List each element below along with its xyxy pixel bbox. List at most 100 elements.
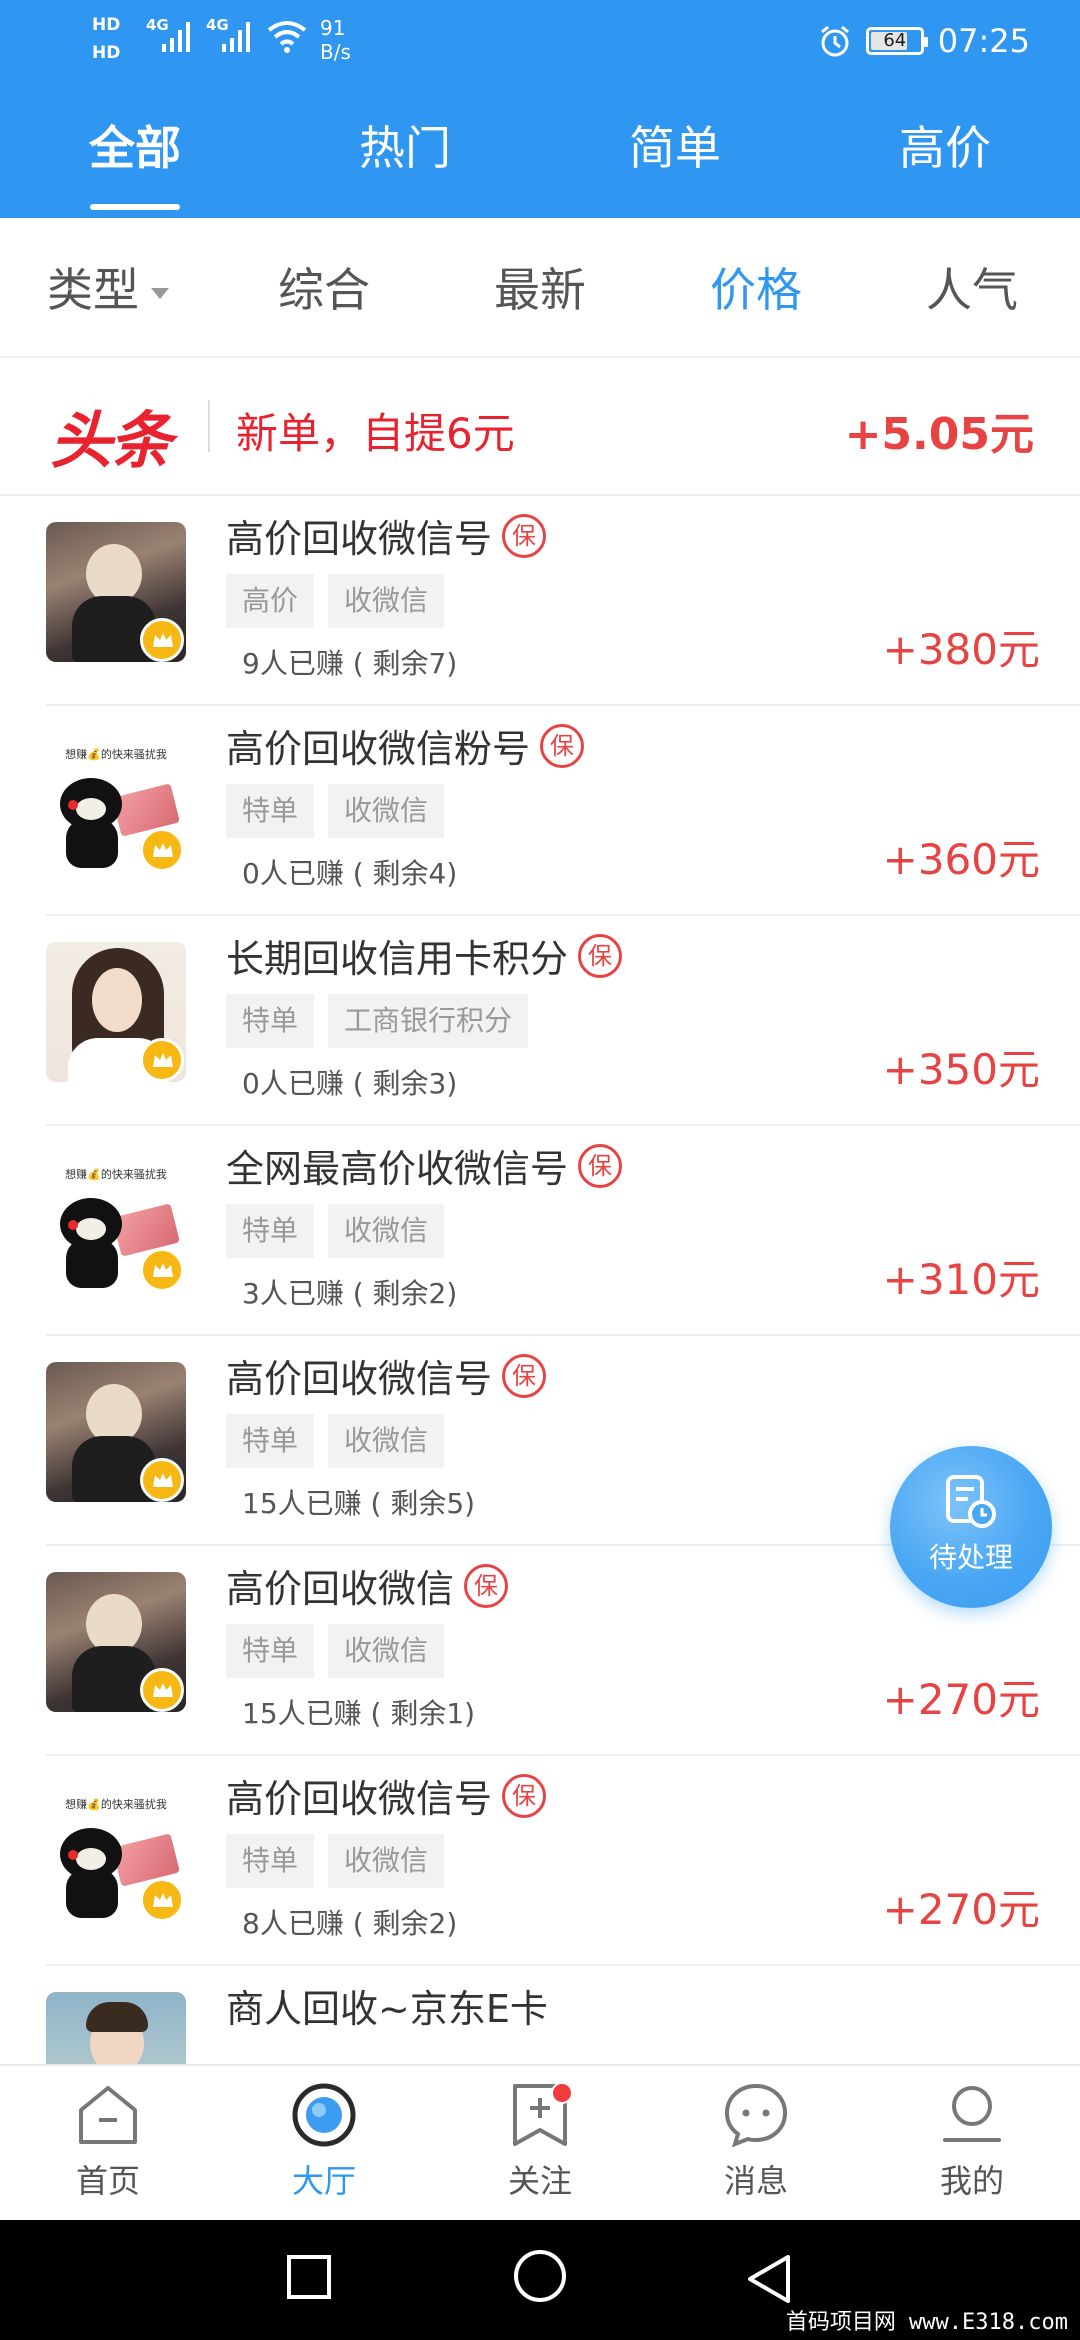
task-reward: +310元 bbox=[882, 1255, 1040, 1304]
task-stats: 15人已赚 ( 剩余1) bbox=[242, 1697, 476, 1730]
divider bbox=[208, 400, 210, 452]
headline-text: 新单，自提6元 bbox=[236, 409, 515, 458]
nav-hall[interactable]: 大厅 bbox=[216, 2066, 432, 2220]
battery-icon: 64 bbox=[865, 27, 928, 55]
sort-newest[interactable]: 最新 bbox=[432, 254, 648, 320]
task-stats: 3人已赚 ( 剩余2) bbox=[242, 1277, 458, 1310]
guarantee-badge: 保 bbox=[502, 1773, 547, 1818]
recent-apps-button[interactable] bbox=[284, 2252, 334, 2302]
tab-all[interactable]: 全部 bbox=[0, 110, 270, 218]
tag: 收微信 bbox=[328, 574, 445, 628]
tag: 收微信 bbox=[328, 784, 445, 838]
guarantee-badge: 保 bbox=[578, 1143, 623, 1188]
net-speed: 91 B/s bbox=[320, 16, 351, 64]
pending-task-icon bbox=[946, 1475, 996, 1528]
wifi-icon bbox=[267, 21, 307, 53]
follow-icon-wrap bbox=[505, 2080, 575, 2150]
pending-fab[interactable]: 待处理 bbox=[890, 1446, 1052, 1608]
top-tabs: 全部 热门 简单 高价 bbox=[0, 110, 1080, 218]
nav-home[interactable]: 首页 bbox=[0, 2066, 216, 2220]
list-item[interactable]: 高价回收微信号保高价 收微信 9人已赚 ( 剩余7) +380元 bbox=[46, 496, 1080, 706]
bottom-nav: 首页 大厅 关注 消息 我的 bbox=[0, 2064, 1080, 2220]
caret-down-icon bbox=[151, 288, 169, 299]
task-list: 高价回收微信号保高价 收微信 9人已赚 ( 剩余7) +380元 想赚💰的快来骚扰我 高价… bbox=[0, 496, 1080, 2176]
nav-messages[interactable]: 消息 bbox=[648, 2066, 864, 2220]
tag-list: 特单 收微信 bbox=[226, 1414, 445, 1468]
list-item[interactable]: 想赚💰的快来骚扰我 高价回收微信粉号保特单 收微信 0人已赚 ( 剩余4) +360元 bbox=[46, 706, 1080, 916]
task-title: 全网最高价收微信号 bbox=[226, 1147, 569, 1191]
sort-type-label: 类型 bbox=[47, 263, 139, 317]
task-title: 高价回收微信号 bbox=[226, 1357, 493, 1401]
headline-amount: +5.05元 bbox=[844, 409, 1034, 460]
headline-logo: 头条 bbox=[50, 404, 172, 477]
task-reward: +360元 bbox=[882, 835, 1040, 884]
task-title-row: 商人回收~京东E卡 bbox=[226, 1978, 548, 2033]
task-title: 高价回收微信粉号 bbox=[226, 727, 531, 771]
task-title: 高价回收微信号 bbox=[226, 517, 493, 561]
task-title: 高价回收微信号 bbox=[226, 1777, 493, 1821]
headline-banner[interactable]: 头条 新单，自提6元 +5.05元 bbox=[0, 358, 1080, 496]
tag-list: 高价 收微信 bbox=[226, 574, 445, 628]
system-nav-bar: 首码项目网 www.E318.com bbox=[0, 2220, 1080, 2340]
task-stats: 0人已赚 ( 剩余4) bbox=[242, 857, 458, 890]
list-item[interactable]: 想赚💰的快来骚扰我 全网最高价收微信号保特单 收微信 3人已赚 ( 剩余2) +310元 bbox=[46, 1126, 1080, 1336]
vip-crown-icon bbox=[140, 1878, 184, 1922]
tag-list: 特单 收微信 bbox=[226, 1834, 445, 1888]
nav-me[interactable]: 我的 bbox=[864, 2066, 1080, 2220]
task-title-row: 高价回收微信粉号保 bbox=[226, 718, 585, 773]
tag-list: 特单 收微信 bbox=[226, 784, 445, 838]
hd-indicator-1: HD bbox=[92, 15, 121, 35]
sort-type-dropdown[interactable]: 类型 bbox=[0, 254, 216, 320]
list-item[interactable]: 长期回收信用卡积分保特单 工商银行积分 0人已赚 ( 剩余3) +350元 bbox=[46, 916, 1080, 1126]
task-title: 长期回收信用卡积分 bbox=[226, 937, 569, 981]
guarantee-badge: 保 bbox=[578, 933, 623, 978]
hall-icon bbox=[292, 2083, 356, 2147]
task-reward: +270元 bbox=[882, 1675, 1040, 1724]
tag: 高价 bbox=[226, 574, 315, 628]
net-speed-unit: B/s bbox=[320, 40, 351, 64]
tab-simple[interactable]: 简单 bbox=[540, 110, 810, 218]
clock: 07:25 bbox=[937, 22, 1030, 60]
task-stats: 0人已赚 ( 剩余3) bbox=[242, 1067, 458, 1100]
task-title-row: 高价回收微信号保 bbox=[226, 508, 547, 563]
tab-high-price[interactable]: 高价 bbox=[810, 110, 1080, 218]
sort-popularity[interactable]: 人气 bbox=[864, 254, 1080, 320]
signal-icon-2 bbox=[222, 22, 250, 52]
task-stats: 9人已赚 ( 剩余7) bbox=[242, 647, 458, 680]
list-item[interactable]: 想赚💰的快来骚扰我 高价回收微信号保特单 收微信 8人已赚 ( 剩余2) +270元 bbox=[46, 1756, 1080, 1966]
avatar-caption: 想赚💰的快来骚扰我 bbox=[65, 1168, 167, 1181]
task-title: 高价回收微信 bbox=[226, 1567, 455, 1611]
tag-list: 特单 收微信 bbox=[226, 1204, 445, 1258]
task-reward: +350元 bbox=[882, 1045, 1040, 1094]
task-title-row: 高价回收微信号保 bbox=[226, 1768, 547, 1823]
tag: 特单 bbox=[226, 784, 315, 838]
tag-list: 特单 工商银行积分 bbox=[226, 994, 529, 1048]
task-title-row: 长期回收信用卡积分保 bbox=[226, 928, 623, 983]
vip-crown-icon bbox=[140, 618, 184, 662]
status-bar-left: HD HD bbox=[92, 14, 120, 64]
task-stats: 8人已赚 ( 剩余2) bbox=[242, 1907, 458, 1940]
sort-comprehensive[interactable]: 综合 bbox=[216, 254, 432, 320]
tag: 特单 bbox=[226, 1624, 315, 1678]
home-button[interactable] bbox=[512, 2248, 568, 2304]
back-button[interactable] bbox=[744, 2252, 794, 2306]
vip-crown-icon bbox=[140, 828, 184, 872]
watermark: 首码项目网 www.E318.com bbox=[785, 2310, 1068, 2335]
vip-crown-icon bbox=[140, 1248, 184, 1292]
pending-fab-label: 待处理 bbox=[928, 1541, 1013, 1574]
task-title-row: 高价回收微信号保 bbox=[226, 1348, 547, 1403]
user-icon bbox=[943, 2086, 1001, 2142]
nav-home-label: 首页 bbox=[75, 2162, 140, 2200]
tab-hot[interactable]: 热门 bbox=[270, 110, 540, 218]
guarantee-badge: 保 bbox=[502, 513, 547, 558]
tag: 收微信 bbox=[328, 1414, 445, 1468]
task-stats: 15人已赚 ( 剩余5) bbox=[242, 1487, 476, 1520]
tag-list: 特单 收微信 bbox=[226, 1624, 445, 1678]
hd-indicator-2: HD bbox=[92, 43, 121, 63]
vip-crown-icon bbox=[140, 1038, 184, 1082]
nav-hall-label: 大厅 bbox=[291, 2162, 356, 2200]
task-reward: +380元 bbox=[882, 625, 1040, 674]
sort-price[interactable]: 价格 bbox=[648, 254, 864, 320]
task-reward: +270元 bbox=[882, 1885, 1040, 1934]
nav-follow[interactable]: 关注 bbox=[432, 2066, 648, 2220]
